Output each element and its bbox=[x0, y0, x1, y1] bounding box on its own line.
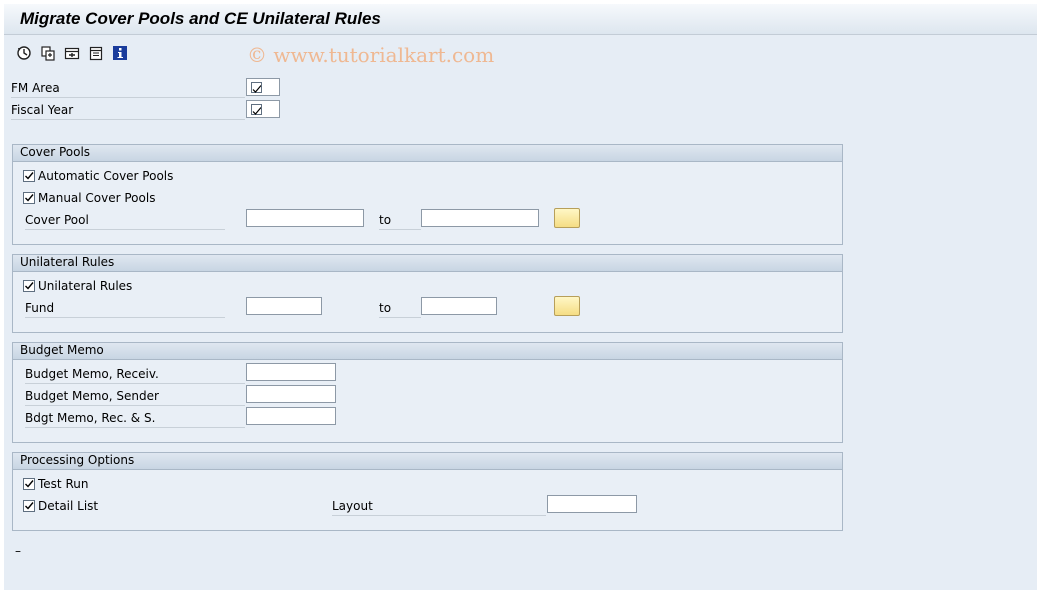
watermark: © www.tutorialkart.com bbox=[247, 43, 495, 67]
layout-label: Layout bbox=[332, 497, 546, 516]
cover-pools-header: Cover Pools bbox=[13, 145, 842, 162]
processing-options-header: Processing Options bbox=[13, 453, 842, 470]
budget-memo-receiv-input[interactable] bbox=[246, 363, 336, 381]
required-icon bbox=[251, 104, 262, 115]
sap-window: Migrate Cover Pools and CE Unilateral Ru… bbox=[0, 0, 1037, 590]
manual-cover-pools-label: Manual Cover Pools bbox=[38, 191, 156, 205]
unilateral-rules-header: Unilateral Rules bbox=[13, 255, 842, 272]
copy-icon[interactable] bbox=[40, 45, 56, 61]
title-bar: Migrate Cover Pools and CE Unilateral Ru… bbox=[4, 4, 1037, 35]
budget-memo-sender-label: Budget Memo, Sender bbox=[25, 387, 245, 406]
screen-area: Migrate Cover Pools and CE Unilateral Ru… bbox=[4, 4, 1037, 590]
detail-list-checkbox[interactable] bbox=[23, 500, 35, 512]
fund-label: Fund bbox=[25, 299, 225, 318]
layout-input[interactable] bbox=[547, 495, 637, 513]
fiscal-year-input[interactable] bbox=[246, 100, 280, 118]
document-icon[interactable] bbox=[88, 45, 104, 61]
unilateral-rules-label: Unilateral Rules bbox=[38, 279, 133, 293]
info-icon[interactable] bbox=[112, 45, 128, 61]
budget-memo-sender-input[interactable] bbox=[246, 385, 336, 403]
detail-list-label: Detail List bbox=[38, 499, 99, 513]
fiscal-year-label: Fiscal Year bbox=[11, 101, 245, 120]
fund-to-input[interactable] bbox=[421, 297, 497, 315]
budget-memo-header: Budget Memo bbox=[13, 343, 842, 360]
required-icon bbox=[251, 82, 262, 93]
execute-icon[interactable] bbox=[16, 45, 32, 61]
cover-pool-label: Cover Pool bbox=[25, 211, 225, 230]
fund-to-label: to bbox=[379, 299, 421, 318]
test-run-checkbox[interactable] bbox=[23, 478, 35, 490]
status-indicator: – bbox=[15, 544, 21, 558]
variant-icon[interactable] bbox=[64, 45, 80, 61]
fm-area-input[interactable] bbox=[246, 78, 280, 96]
cover-pool-from-input[interactable] bbox=[246, 209, 364, 227]
fund-multiple-selection-button[interactable] bbox=[554, 296, 580, 316]
cover-pool-to-input[interactable] bbox=[421, 209, 539, 227]
fund-from-input[interactable] bbox=[246, 297, 322, 315]
test-run-label: Test Run bbox=[38, 477, 89, 491]
unilateral-rules-checkbox[interactable] bbox=[23, 280, 35, 292]
cover-pool-to-label: to bbox=[379, 211, 421, 230]
application-toolbar bbox=[4, 35, 1037, 67]
fm-area-label: FM Area bbox=[11, 79, 245, 98]
cover-pool-multiple-selection-button[interactable] bbox=[554, 208, 580, 228]
budget-memo-rec-s-label: Bdgt Memo, Rec. & S. bbox=[25, 409, 245, 428]
manual-cover-pools-checkbox[interactable] bbox=[23, 192, 35, 204]
processing-options-group: Processing Options bbox=[12, 452, 843, 531]
page-title: Migrate Cover Pools and CE Unilateral Ru… bbox=[20, 9, 381, 28]
automatic-cover-pools-checkbox[interactable] bbox=[23, 170, 35, 182]
automatic-cover-pools-label: Automatic Cover Pools bbox=[38, 169, 174, 183]
budget-memo-rec-s-input[interactable] bbox=[246, 407, 336, 425]
budget-memo-receiv-label: Budget Memo, Receiv. bbox=[25, 365, 245, 384]
unilateral-rules-group: Unilateral Rules bbox=[12, 254, 843, 333]
